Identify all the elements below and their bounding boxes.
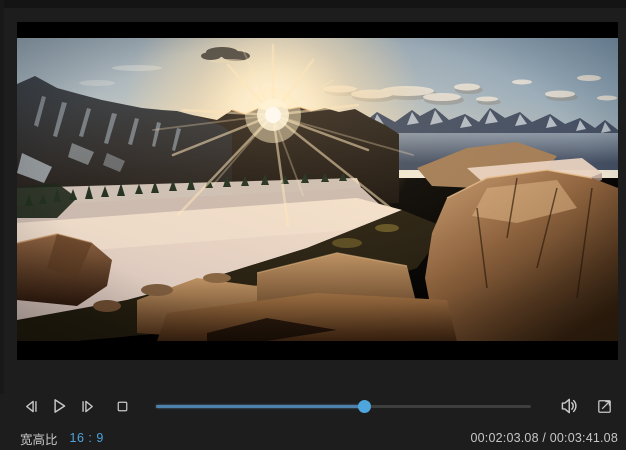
- seek-fill: [156, 405, 365, 408]
- window-top-edge: [0, 0, 626, 8]
- seek-thumb[interactable]: [357, 400, 371, 413]
- transport-controls: [17, 389, 618, 423]
- status-bar: 宽高比 16 : 9 00:02:03.08 / 00:03:41.08: [17, 429, 618, 447]
- aspect-ratio-group: 宽高比 16 : 9: [20, 429, 104, 448]
- aspect-ratio-label: 宽高比: [20, 432, 58, 447]
- aspect-ratio-value: 16 : 9: [69, 431, 104, 445]
- speaker-icon: [561, 398, 577, 414]
- time-display: 00:02:03.08 / 00:03:41.08: [470, 431, 618, 445]
- play-button[interactable]: [46, 393, 72, 419]
- next-frame-button[interactable]: [74, 393, 100, 419]
- seek-slider[interactable]: [156, 399, 531, 413]
- window-left-edge: [0, 0, 4, 394]
- stop-icon: [117, 401, 127, 411]
- stop-button[interactable]: [109, 393, 135, 419]
- step-forward-icon: [81, 400, 93, 412]
- seek-track[interactable]: [156, 405, 531, 408]
- video-display[interactable]: [17, 22, 618, 360]
- play-icon: [54, 399, 66, 413]
- fullscreen-expand-icon: [597, 399, 611, 413]
- fullscreen-button[interactable]: [591, 393, 617, 419]
- volume-button[interactable]: [556, 393, 582, 419]
- step-backward-icon: [25, 400, 37, 412]
- previous-frame-button[interactable]: [18, 393, 44, 419]
- video-scene-mountain-sunset: [17, 38, 618, 341]
